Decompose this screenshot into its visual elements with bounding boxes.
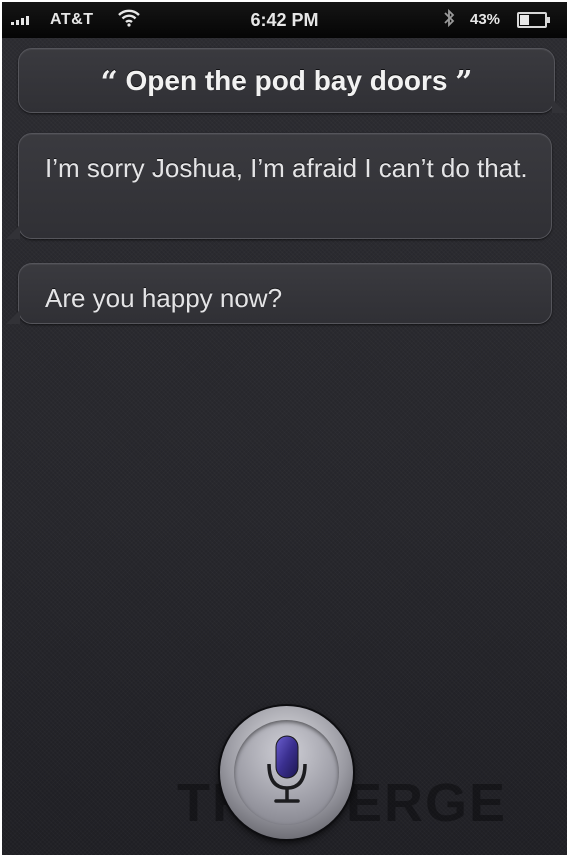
user-query-text: Open the pod bay doors bbox=[125, 65, 448, 96]
bluetooth-icon bbox=[444, 8, 455, 28]
microphone-icon bbox=[267, 735, 307, 803]
user-query: “ Open the pod bay doors ” bbox=[19, 63, 554, 100]
siri-screen: AT&T 6:42 PM 43% “ Open the pod bay door… bbox=[2, 2, 567, 855]
siri-response-bubble: I’m sorry Joshua, I’m afraid I can’t do … bbox=[6, 133, 552, 239]
battery-percentage: 43% bbox=[470, 11, 501, 28]
user-query-bubble[interactable]: “ Open the pod bay doors ” bbox=[18, 48, 566, 113]
battery-level bbox=[520, 15, 529, 25]
microphone-button-face bbox=[234, 720, 339, 825]
status-bar: AT&T 6:42 PM 43% bbox=[2, 2, 567, 38]
microphone-button[interactable] bbox=[220, 706, 353, 839]
close-quote-icon: ” bbox=[455, 65, 473, 100]
siri-response-text: Are you happy now? bbox=[45, 283, 283, 313]
battery-icon bbox=[517, 12, 550, 28]
siri-response-text: I’m sorry Joshua, I’m afraid I can’t do … bbox=[45, 153, 528, 183]
open-quote-icon: “ bbox=[100, 65, 118, 100]
siri-response-bubble: Are you happy now? bbox=[6, 263, 552, 324]
